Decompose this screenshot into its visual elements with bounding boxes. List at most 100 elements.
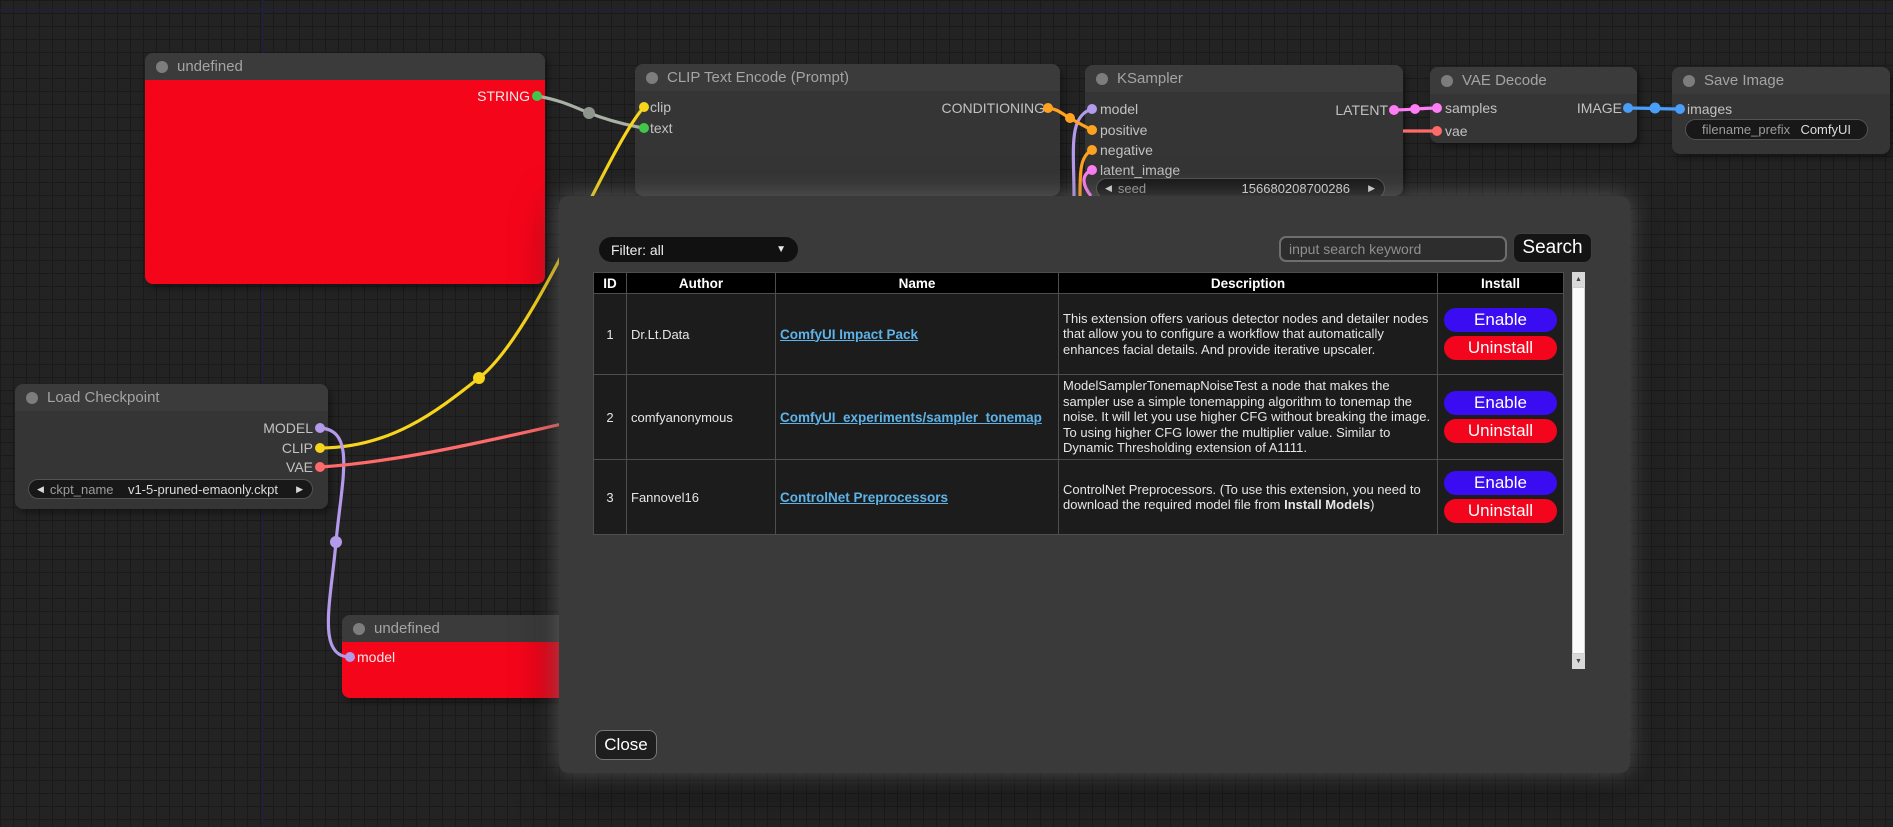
- filter-dropdown[interactable]: Filter: all ▼: [599, 237, 798, 262]
- node-title-bar[interactable]: KSampler: [1085, 65, 1403, 92]
- node-title: Save Image: [1704, 72, 1784, 89]
- output-slot-model: MODEL: [263, 420, 313, 436]
- reroute-dot-image[interactable]: [1650, 103, 1661, 114]
- output-slot-conditioning: CONDITIONING: [942, 100, 1045, 116]
- uninstall-button[interactable]: Uninstall: [1444, 499, 1557, 523]
- node-collapse-dot-icon[interactable]: [1441, 75, 1453, 87]
- widget-value[interactable]: ComfyUI: [1800, 122, 1851, 137]
- scrollbar-thumb[interactable]: [1572, 287, 1585, 654]
- previous-arrow-icon[interactable]: ◀: [37, 484, 44, 495]
- cell-id: 3: [594, 460, 627, 535]
- canvas-origin-horizontal-line: [0, 9, 1893, 11]
- node-collapse-dot-icon[interactable]: [1096, 73, 1108, 85]
- node-title-bar[interactable]: undefined: [145, 53, 545, 80]
- output-slot-image: IMAGE: [1577, 100, 1622, 116]
- widget-name: ckpt_name: [50, 482, 114, 497]
- close-button[interactable]: Close: [595, 730, 657, 760]
- increment-arrow-icon[interactable]: ▶: [1368, 183, 1375, 194]
- node-collapse-dot-icon[interactable]: [646, 72, 658, 84]
- search-input[interactable]: [1279, 236, 1507, 262]
- enable-button[interactable]: Enable: [1444, 471, 1557, 495]
- widget-value[interactable]: v1-5-pruned-emaonly.ckpt: [128, 482, 278, 497]
- node-title: undefined: [374, 620, 440, 637]
- table-header-row: ID Author Name Description Install: [594, 273, 1564, 294]
- description-text: This extension offers various detector n…: [1063, 311, 1428, 357]
- input-slot-clip: clip: [650, 99, 671, 115]
- wire-string-to-text: [537, 96, 644, 128]
- extension-link[interactable]: ControlNet Preprocessors: [780, 490, 948, 505]
- node-title: Load Checkpoint: [47, 389, 160, 406]
- output-slot-clip: CLIP: [282, 440, 313, 456]
- filter-dropdown-label: Filter: all: [611, 242, 664, 258]
- widget-value[interactable]: 156680208700286: [1242, 181, 1350, 196]
- scroll-down-icon[interactable]: ▼: [1572, 654, 1585, 669]
- cell-description: ModelSamplerTonemapNoiseTest a node that…: [1059, 375, 1438, 460]
- input-slot-model: model: [1100, 101, 1138, 117]
- output-slot-string: STRING: [477, 88, 530, 104]
- table-row: 2 comfyanonymous ComfyUI_experiments/sam…: [594, 375, 1564, 460]
- input-slot-vae: vae: [1445, 123, 1468, 139]
- node-save-image[interactable]: Save Image images filename_prefix ComfyU…: [1672, 67, 1890, 154]
- input-slot-latent-image: latent_image: [1100, 162, 1180, 178]
- output-slot-latent: LATENT: [1335, 102, 1388, 118]
- node-error-body: [145, 80, 545, 284]
- input-slot-negative: negative: [1100, 142, 1153, 158]
- widget-name: seed: [1118, 181, 1146, 196]
- node-title-bar[interactable]: VAE Decode: [1430, 67, 1637, 94]
- table-scrollbar[interactable]: ▲ ▼: [1572, 272, 1585, 669]
- decrement-arrow-icon[interactable]: ◀: [1105, 183, 1112, 194]
- reroute-dot-string[interactable]: [583, 107, 595, 119]
- cell-author: comfyanonymous: [627, 375, 776, 460]
- reroute-dot-model[interactable]: [330, 536, 342, 548]
- cell-id: 1: [594, 294, 627, 375]
- node-clip-text-encode[interactable]: CLIP Text Encode (Prompt) clip text COND…: [635, 64, 1060, 196]
- node-collapse-dot-icon[interactable]: [353, 623, 365, 635]
- output-slot-vae: VAE: [286, 459, 313, 475]
- uninstall-button[interactable]: Uninstall: [1444, 419, 1557, 443]
- node-collapse-dot-icon[interactable]: [26, 392, 38, 404]
- description-end-text: ): [1370, 497, 1374, 512]
- node-canvas[interactable]: undefined STRING CLIP Text Encode (Promp…: [0, 0, 1893, 827]
- table-row: 1 Dr.Lt.Data ComfyUI Impact Pack This ex…: [594, 294, 1564, 375]
- input-slot-positive: positive: [1100, 122, 1147, 138]
- filename-prefix-widget[interactable]: filename_prefix ComfyUI: [1685, 119, 1868, 140]
- node-title-bar[interactable]: Save Image: [1672, 67, 1890, 94]
- reroute-dot-latent[interactable]: [1410, 104, 1420, 114]
- extension-table-container[interactable]: ID Author Name Description Install 1 Dr.…: [593, 272, 1585, 669]
- node-ksampler[interactable]: KSampler model positive negative latent_…: [1085, 65, 1403, 196]
- node-load-checkpoint[interactable]: Load Checkpoint MODEL CLIP VAE ◀ ckpt_na…: [15, 384, 328, 509]
- reroute-dot-clip[interactable]: [473, 372, 485, 384]
- node-vae-decode[interactable]: VAE Decode samples vae IMAGE: [1430, 67, 1637, 143]
- enable-button[interactable]: Enable: [1444, 308, 1557, 332]
- input-slot-images: images: [1687, 101, 1732, 117]
- input-slot-samples: samples: [1445, 100, 1497, 116]
- node-undefined-top[interactable]: undefined STRING: [145, 53, 545, 284]
- uninstall-button[interactable]: Uninstall: [1444, 336, 1557, 360]
- extension-link[interactable]: ComfyUI_experiments/sampler_tonemap: [780, 410, 1042, 425]
- node-undefined-bottom[interactable]: undefined model: [342, 615, 570, 698]
- scroll-up-icon[interactable]: ▲: [1572, 272, 1585, 287]
- extension-link[interactable]: ComfyUI Impact Pack: [780, 327, 918, 342]
- cell-author: Dr.Lt.Data: [627, 294, 776, 375]
- node-collapse-dot-icon[interactable]: [156, 61, 168, 73]
- column-header-id: ID: [594, 273, 627, 294]
- wire-vae-out: [320, 424, 562, 467]
- extension-manager-dialog: Filter: all ▼ Search ID Author Name Desc…: [559, 196, 1630, 773]
- search-button[interactable]: Search: [1513, 233, 1592, 263]
- description-bold-text: Install Models: [1284, 497, 1370, 512]
- node-title: undefined: [177, 58, 243, 75]
- extension-table: ID Author Name Description Install 1 Dr.…: [593, 272, 1564, 535]
- chevron-down-icon: ▼: [776, 244, 786, 255]
- node-title-bar[interactable]: Load Checkpoint: [15, 384, 328, 411]
- node-title-bar[interactable]: undefined: [342, 615, 570, 642]
- cell-description: This extension offers various detector n…: [1059, 294, 1438, 375]
- column-header-name: Name: [776, 273, 1059, 294]
- node-title: VAE Decode: [1462, 72, 1547, 89]
- cell-id: 2: [594, 375, 627, 460]
- node-collapse-dot-icon[interactable]: [1683, 75, 1695, 87]
- node-title-bar[interactable]: CLIP Text Encode (Prompt): [635, 64, 1060, 91]
- ckpt-name-widget[interactable]: ◀ ckpt_name v1-5-pruned-emaonly.ckpt ▶: [28, 479, 313, 499]
- reroute-dot-conditioning[interactable]: [1065, 113, 1075, 123]
- next-arrow-icon[interactable]: ▶: [296, 484, 303, 495]
- enable-button[interactable]: Enable: [1444, 391, 1557, 415]
